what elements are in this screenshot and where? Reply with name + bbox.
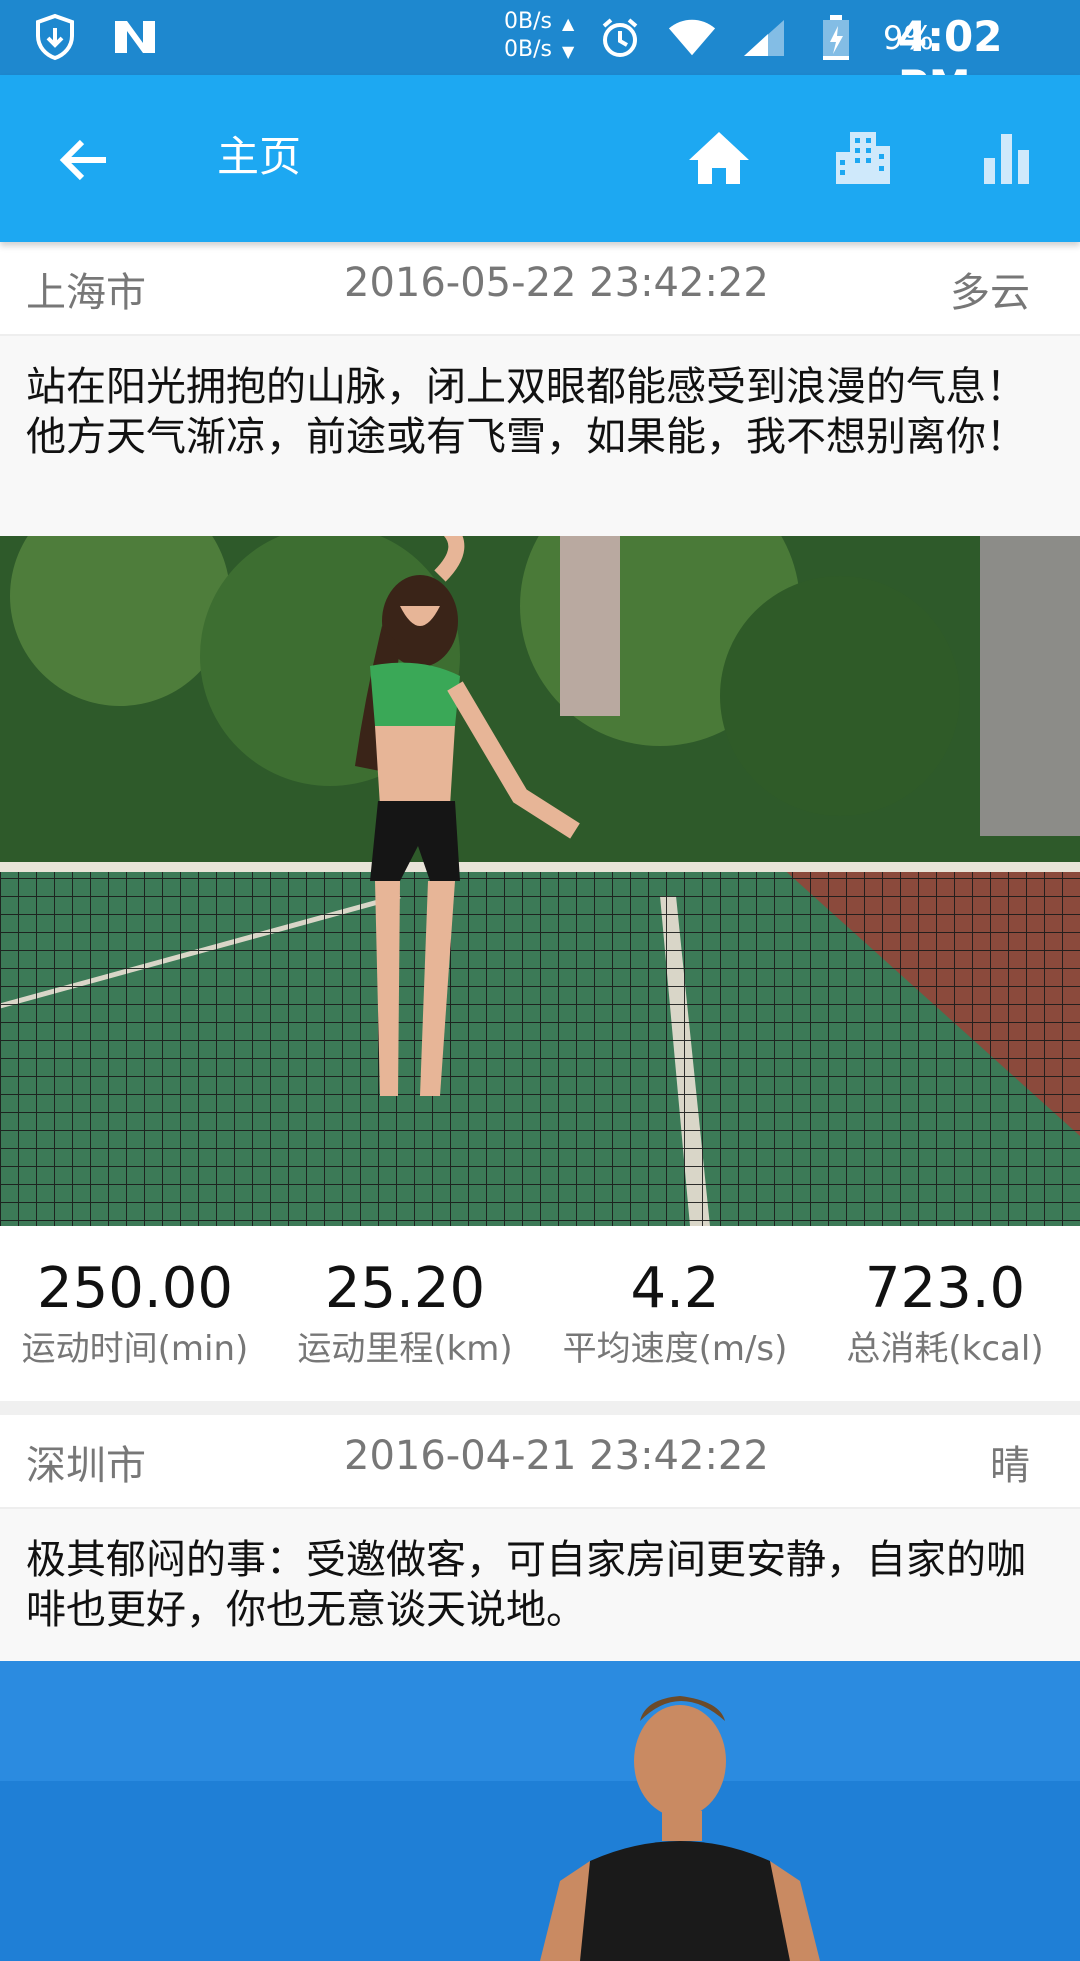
stat-calories: 723.0 总消耗(kcal): [810, 1226, 1080, 1401]
cell-signal-icon: [739, 13, 789, 63]
n-logo-icon: [110, 12, 160, 62]
alarm-icon: [595, 13, 645, 63]
arrow-left-icon: [59, 139, 106, 181]
stat-label: 运动时间(min): [21, 1329, 249, 1369]
post-city: 深圳市: [26, 1443, 146, 1489]
stat-label: 平均速度(m/s): [562, 1329, 788, 1369]
stat-speed: 4.2 平均速度(m/s): [540, 1226, 810, 1401]
tennis-court-photo: [0, 536, 1080, 1226]
home-icon: [689, 132, 749, 184]
post-header: 上海市 2016-05-22 23:42:22 多云: [0, 242, 1080, 336]
buildings-button[interactable]: [828, 123, 898, 193]
post-city: 上海市: [26, 270, 146, 316]
status-bar: 0B/s 0B/s ▲ ▼ 9% 4:02: [0, 0, 1080, 110]
feed-list: 上海市 2016-05-22 23:42:22 多云 站在阳光拥抱的山脉，闭上双…: [0, 242, 1080, 1961]
post-photo[interactable]: [0, 1661, 1080, 1961]
stat-distance: 25.20 运动里程(km): [270, 1226, 540, 1401]
shield-download-icon: [30, 12, 80, 62]
stat-value: 723.0: [864, 1256, 1026, 1321]
post-text: 极其郁闷的事：受邀做客，可自家房间更安静，自家的咖啡也更好，你也无意谈天说地。: [0, 1509, 1080, 1661]
stat-value: 250.00: [37, 1256, 233, 1321]
stat-label: 总消耗(kcal): [846, 1329, 1044, 1369]
post-card[interactable]: 深圳市 2016-04-21 23:42:22 晴 极其郁闷的事：受邀做客，可自…: [0, 1415, 1080, 1961]
post-weather: 晴: [990, 1443, 1030, 1489]
bar-chart-icon: [984, 134, 1029, 184]
man-sky-photo: [0, 1661, 1080, 1961]
post-text: 站在阳光拥抱的山脉，闭上双眼都能感受到浪漫的气息！他方天气渐凉，前途或有飞雪，如…: [0, 336, 1080, 536]
card-divider: [0, 1401, 1080, 1415]
network-speed: 0B/s 0B/s ▲ ▼: [504, 8, 574, 64]
stat-value: 4.2: [630, 1256, 720, 1321]
stats-button[interactable]: [972, 123, 1042, 193]
post-stats: 250.00 运动时间(min) 25.20 运动里程(km) 4.2 平均速度…: [0, 1226, 1080, 1401]
net-down-text: 0B/s: [504, 37, 552, 62]
stat-label: 运动里程(km): [297, 1329, 513, 1369]
post-date: 2016-05-22 23:42:22: [344, 260, 769, 306]
stat-duration: 250.00 运动时间(min): [0, 1226, 270, 1401]
post-photo[interactable]: [0, 536, 1080, 1226]
back-button[interactable]: [52, 127, 118, 193]
page-title: 主页: [217, 132, 302, 181]
post-header: 深圳市 2016-04-21 23:42:22 晴: [0, 1415, 1080, 1509]
post-weather: 多云: [950, 270, 1030, 316]
post-date: 2016-04-21 23:42:22: [344, 1433, 769, 1479]
net-up-text: 0B/s: [504, 9, 552, 34]
post-card[interactable]: 上海市 2016-05-22 23:42:22 多云 站在阳光拥抱的山脉，闭上双…: [0, 242, 1080, 1401]
wifi-icon: [667, 13, 717, 63]
arrow-up-icon: ▲: [562, 14, 575, 33]
buildings-icon: [836, 132, 890, 184]
arrow-down-icon: ▼: [562, 42, 575, 61]
battery-charging-icon: [811, 13, 861, 63]
app-bar: 主页: [0, 75, 1080, 242]
stat-value: 25.20: [324, 1256, 486, 1321]
home-button[interactable]: [684, 123, 754, 193]
